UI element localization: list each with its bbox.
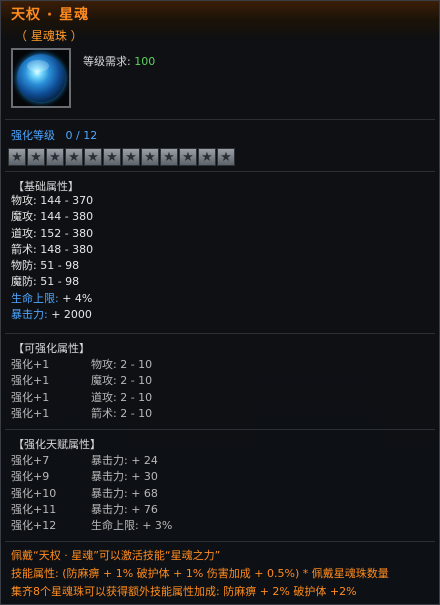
base-stat-row: 物防: 51 - 98 — [11, 259, 80, 273]
base-stat-row: 魔防: 51 - 98 — [11, 275, 80, 289]
item-icon-frame — [11, 48, 71, 108]
star-icon: ★ — [103, 148, 121, 166]
talent-attributes-header: 【强化天赋属性】 — [13, 438, 101, 451]
level-requirement-label: 等级需求: — [83, 55, 131, 68]
base-attributes-list: 物攻: 144 - 370 魔攻: 144 - 380 道攻: 152 - 38… — [11, 193, 93, 323]
star-icon: ★ — [141, 148, 159, 166]
talent-row: 强化+9 暴击力: + 30 — [11, 470, 158, 484]
enhance-stars: ★ ★ ★ ★ ★ ★ ★ ★ ★ ★ ★ ★ — [8, 148, 235, 166]
star-icon: ★ — [46, 148, 64, 166]
item-name: 天权 · 星魂 — [11, 7, 90, 23]
base-stat-row: 箭术: 148 - 380 — [11, 242, 94, 256]
level-requirement: 等级需求: 100 — [83, 53, 155, 69]
talent-row: 强化+7 暴击力: + 24 — [11, 454, 158, 467]
star-icon: ★ — [217, 148, 235, 166]
star-soul-orb-icon — [17, 54, 65, 102]
enhanceable-row: 强化+1 魔攻: 2 - 10 — [11, 374, 153, 388]
enhance-level-value: 0 / 12 — [65, 129, 98, 142]
talent-attributes-list: 强化+7 暴击力: + 24 强化+9 暴击力: + 30 强化+10 暴击力: + … — [11, 453, 311, 534]
enhanceable-row: 强化+1 物攻: 2 - 10 — [11, 358, 153, 371]
divider — [5, 541, 435, 542]
divider — [5, 119, 435, 120]
divider — [5, 333, 435, 334]
enhanceable-row: 强化+1 道攻: 2 - 10 — [11, 390, 153, 404]
star-icon: ★ — [27, 148, 45, 166]
star-icon: ★ — [179, 148, 197, 166]
enhanceable-attributes-header: 【可强化属性】 — [13, 342, 90, 355]
description-line: 佩戴“天权 · 星魂”可以激活技能“星魂之力” — [11, 549, 221, 562]
talent-row: 强化+12 生命上限: + 3% — [11, 519, 173, 533]
base-attributes-header: 【基础属性】 — [13, 180, 79, 193]
star-icon: ★ — [65, 148, 83, 166]
item-type: （ 星魂珠 ） — [15, 29, 83, 43]
star-icon: ★ — [160, 148, 178, 166]
star-icon: ★ — [198, 148, 216, 166]
item-tooltip: 天权 · 星魂 （ 星魂珠 ） 等级需求: 100 强化等级 0 / 12 ★ ★… — [0, 0, 440, 605]
divider — [5, 171, 435, 172]
star-icon: ★ — [8, 148, 26, 166]
divider — [5, 429, 435, 430]
talent-row: 强化+11 暴击力: + 76 — [11, 502, 158, 516]
enhanceable-row: 强化+1 箭术: 2 - 10 — [11, 406, 153, 420]
star-icon: ★ — [84, 148, 102, 166]
description-line: 技能属性: (防麻痹 + 1% 破护体 + 1% 伤害加成 + 0.5%) * … — [11, 567, 389, 580]
talent-row: 强化+10 暴击力: + 68 — [11, 486, 158, 500]
description-line: 集齐8个星魂珠可以获得额外技能属性加成: 防麻痹 + 2% 破护体 +2% — [11, 585, 357, 598]
base-stat-row: 道攻: 152 - 380 — [11, 226, 94, 240]
base-stat-row: 生命上限: + 4% — [11, 291, 93, 305]
base-stat-row: 物攻: 144 - 370 — [11, 194, 94, 207]
enhance-level-label: 强化等级 — [11, 129, 55, 142]
item-description: 佩戴“天权 · 星魂”可以激活技能“星魂之力” 技能属性: (防麻痹 + 1% … — [11, 547, 436, 601]
base-stat-row: 魔攻: 144 - 380 — [11, 210, 94, 224]
level-requirement-value: 100 — [134, 55, 156, 68]
enhance-level: 强化等级 0 / 12 — [11, 127, 97, 143]
enhanceable-attributes-list: 强化+1 物攻: 2 - 10 强化+1 魔攻: 2 - 10 强化+1 道攻: 2 … — [11, 357, 311, 422]
base-stat-row: 暴击力: + 2000 — [11, 308, 92, 322]
star-icon: ★ — [122, 148, 140, 166]
